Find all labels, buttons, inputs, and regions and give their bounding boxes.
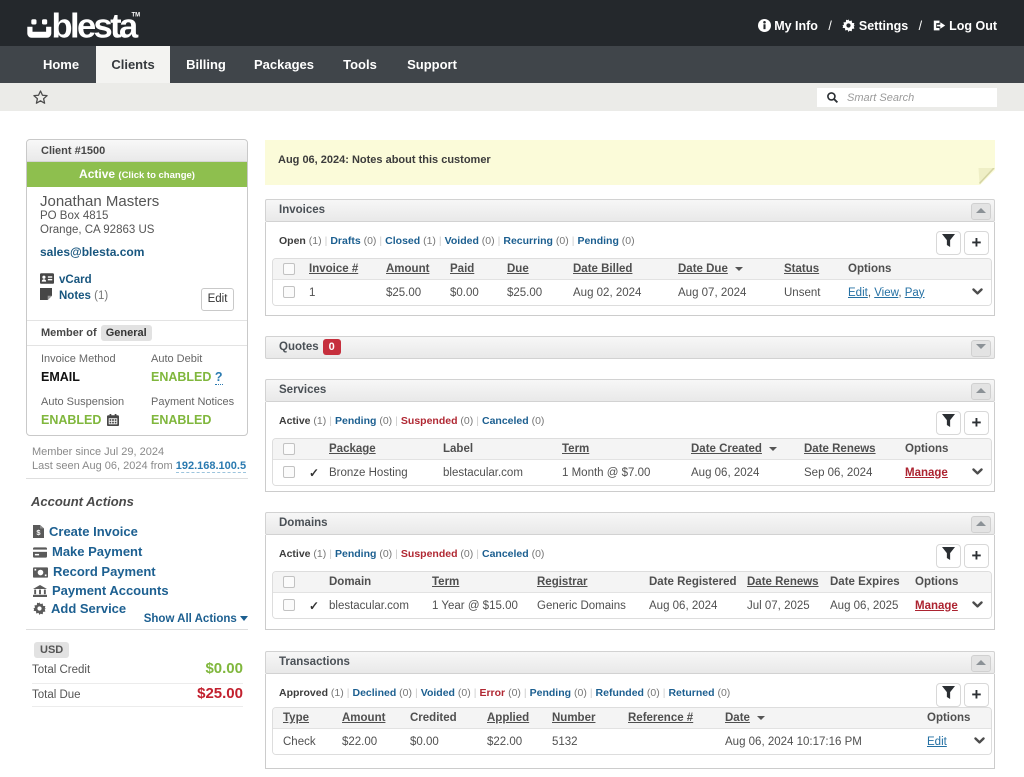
svg-text:TM: TM	[132, 13, 141, 19]
svg-text:blesta: blesta	[52, 8, 140, 46]
